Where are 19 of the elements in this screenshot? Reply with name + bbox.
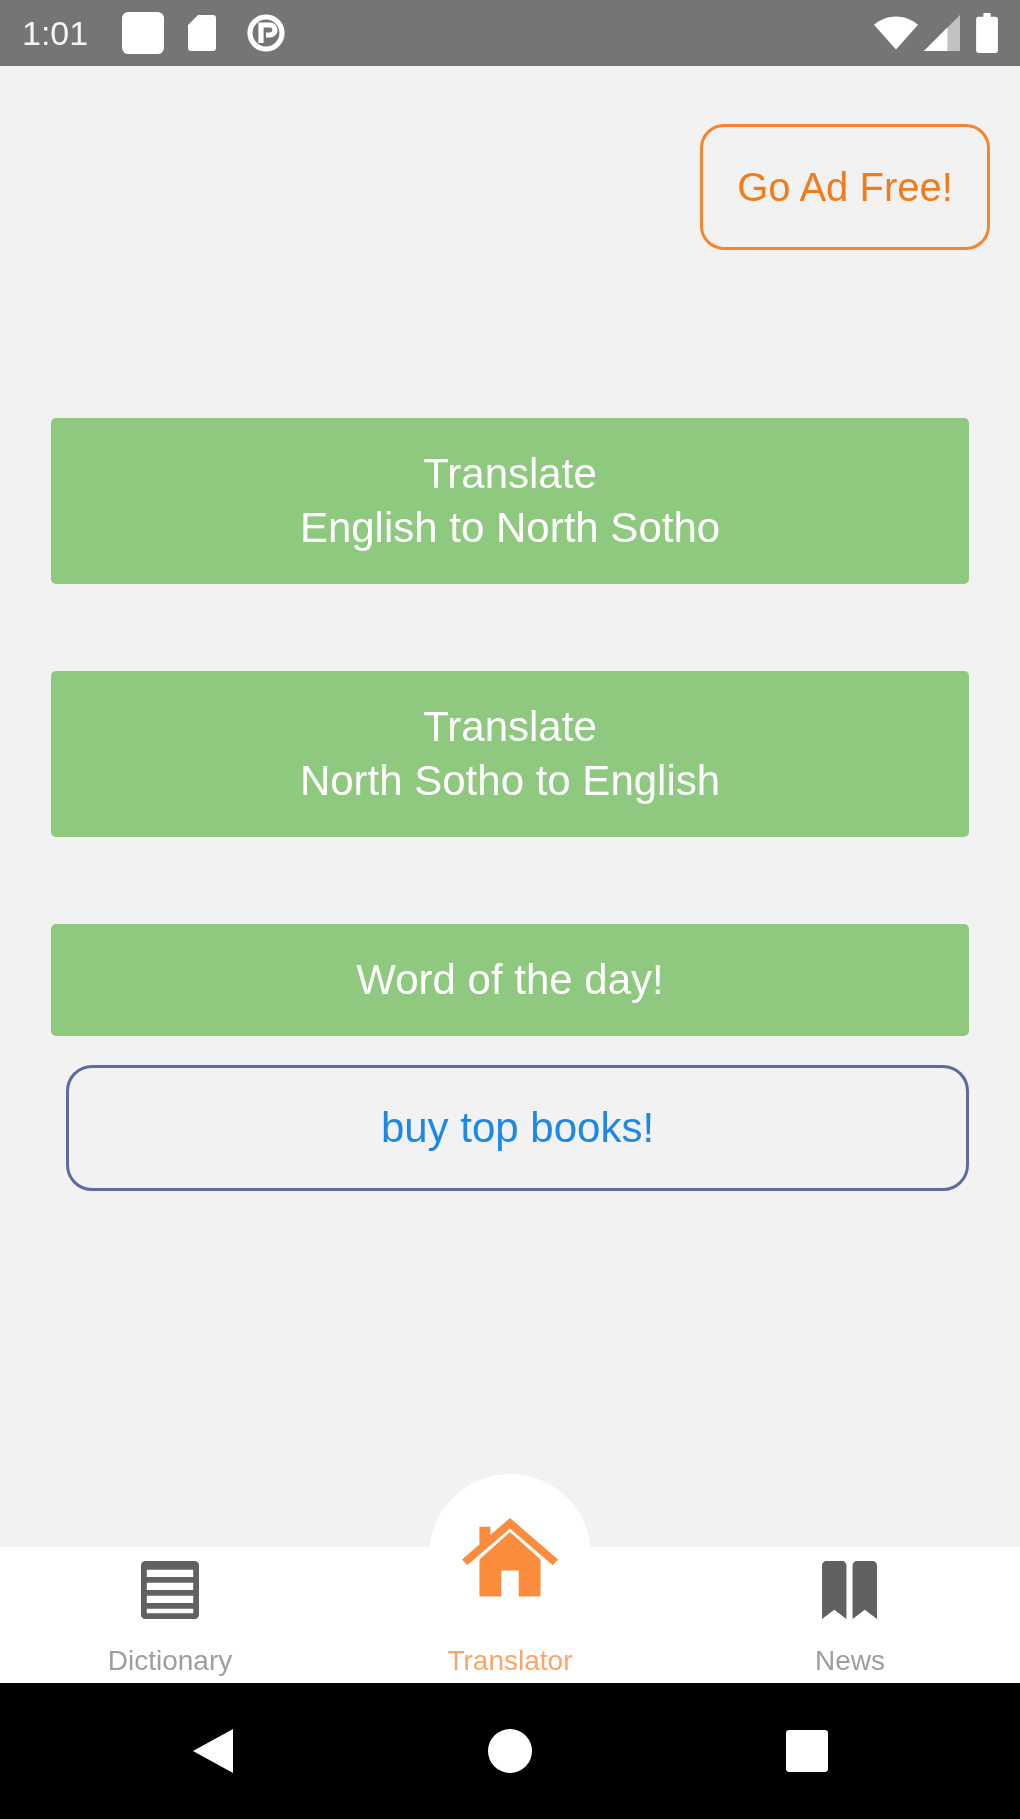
nav-tab[interactable]: Translator (447, 1518, 573, 1677)
nav-tab[interactable]: News (815, 1561, 885, 1677)
go-ad-free-button[interactable]: Go Ad Free! (700, 124, 990, 250)
status-time: 1:01 (22, 13, 89, 53)
signal-icon (924, 15, 960, 51)
list-icon (141, 1561, 199, 1619)
wifi-icon (874, 16, 918, 50)
battery-icon (976, 13, 998, 53)
action-button[interactable]: Translate North Sotho to English (51, 671, 969, 837)
sd-card-icon (188, 15, 217, 51)
home-circle-icon[interactable] (488, 1729, 532, 1773)
back-icon[interactable] (193, 1729, 233, 1773)
book-icon (822, 1561, 878, 1619)
nav-tab[interactable]: Dictionary (107, 1561, 233, 1677)
action-button[interactable]: buy top books! (66, 1065, 969, 1191)
action-button[interactable]: Word of the day! (51, 924, 969, 1036)
square-icon (122, 12, 165, 54)
action-button[interactable]: Translate English to North Sotho (51, 418, 969, 584)
circle-icon (246, 13, 287, 53)
